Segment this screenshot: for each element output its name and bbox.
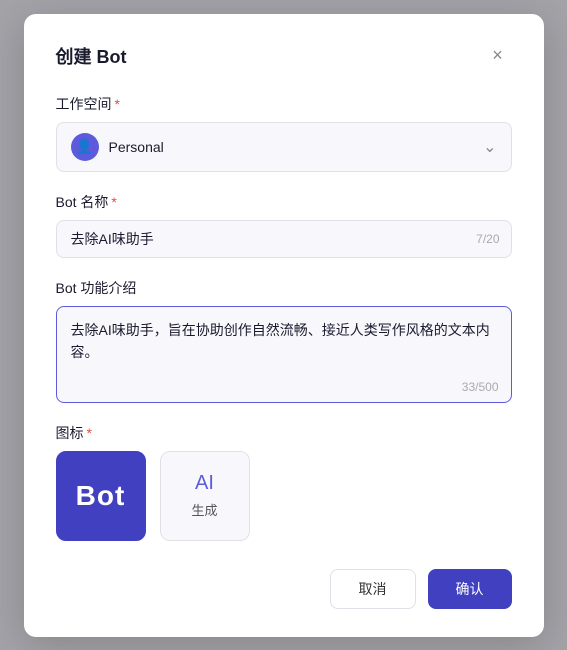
bot-name-char-count: 7/20 <box>476 232 499 246</box>
workspace-select[interactable]: 👤 Personal ⌄ <box>56 122 512 172</box>
workspace-section: 工作空间 * 👤 Personal ⌄ <box>56 94 512 172</box>
bot-name-required-star: * <box>111 194 116 210</box>
bot-name-label: Bot 名称 * <box>56 192 512 212</box>
workspace-icon: 👤 <box>71 133 99 161</box>
generate-icon-button[interactable]: AI 生成 <box>160 451 250 541</box>
workspace-value: Personal <box>109 139 484 155</box>
icon-label: 图标 * <box>56 423 512 443</box>
dialog-header: 创建 Bot × <box>56 42 512 70</box>
dialog-title: 创建 Bot <box>56 43 127 69</box>
selected-bot-icon[interactable]: Bot <box>56 451 146 541</box>
icon-options: Bot AI 生成 <box>56 451 512 541</box>
bot-description-section: Bot 功能介绍 去除AI味助手，旨在协助创作自然流畅、接近人类写作风格的文本内… <box>56 278 512 403</box>
workspace-label: 工作空间 * <box>56 94 512 114</box>
dialog-footer: 取消 确认 <box>56 569 512 609</box>
modal-overlay: 创建 Bot × 工作空间 * 👤 Personal ⌄ Bot 名称 <box>0 0 567 650</box>
bot-description-label: Bot 功能介绍 <box>56 278 512 298</box>
generate-label: 生成 <box>191 500 217 519</box>
icon-section: 图标 * Bot AI 生成 <box>56 423 512 541</box>
bot-name-input-wrapper: 7/20 <box>56 220 512 258</box>
bot-description-char-count: 33/500 <box>462 380 499 394</box>
icon-required-star: * <box>87 425 92 441</box>
bot-name-input[interactable] <box>56 220 512 258</box>
close-button[interactable]: × <box>484 42 512 70</box>
cancel-button[interactable]: 取消 <box>330 569 416 609</box>
ai-generate-icon: AI <box>195 472 214 495</box>
chevron-down-icon: ⌄ <box>483 137 496 157</box>
confirm-button[interactable]: 确认 <box>428 569 512 609</box>
bot-description-textarea[interactable]: 去除AI味助手，旨在协助创作自然流畅、接近人类写作风格的文本内容。 <box>57 307 511 397</box>
bot-name-section: Bot 名称 * 7/20 <box>56 192 512 258</box>
workspace-required-star: * <box>115 96 120 112</box>
bot-description-wrapper: 去除AI味助手，旨在协助创作自然流畅、接近人类写作风格的文本内容。 33/500 <box>56 306 512 403</box>
create-bot-dialog: 创建 Bot × 工作空间 * 👤 Personal ⌄ Bot 名称 <box>24 14 544 637</box>
